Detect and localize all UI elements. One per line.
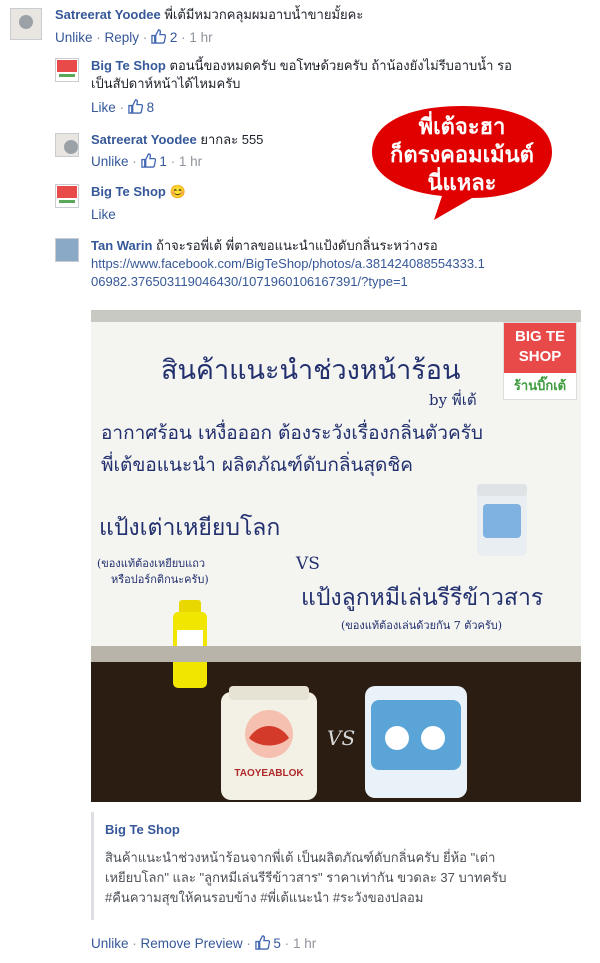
comment-actions: Unlike · Remove Preview · 5 · 1 hr bbox=[91, 935, 317, 951]
preview-text: #คืนความสุขให้คนรอบข้าง #พี่เต้แนะนำ #ระ… bbox=[105, 890, 424, 905]
avatar[interactable] bbox=[10, 8, 42, 40]
unlike-button[interactable]: Unlike bbox=[55, 30, 93, 45]
comment-actions: Like · 8 bbox=[91, 99, 155, 115]
like-count[interactable]: 5 bbox=[254, 935, 285, 951]
comment-link[interactable]: https://www.facebook.com/BigTeShop/photo… bbox=[91, 256, 485, 271]
avatar[interactable] bbox=[55, 238, 79, 262]
like-button[interactable]: Like bbox=[91, 207, 116, 222]
comment-link-cont[interactable]: 06982.376503119046430/1071960106167391/?… bbox=[91, 274, 408, 289]
whiteboard: สินค้าแนะนำช่วงหน้าร้อน by พี่เต้ อากาศร… bbox=[91, 310, 581, 688]
comment-author[interactable]: Satreerat Yoodee bbox=[91, 132, 197, 147]
preview-title[interactable]: Big Te Shop bbox=[105, 820, 575, 840]
link-preview[interactable]: Big Te Shop สินค้าแนะนำช่วงหน้าร้อนจากพี… bbox=[105, 820, 575, 908]
comment-text: ยากละ 555 bbox=[200, 132, 264, 147]
preview-text: เหยียบโลก" และ "ลูกหมีเล่นรีรีข้าวสาร" ร… bbox=[105, 870, 507, 885]
timestamp[interactable]: 1 hr bbox=[179, 154, 202, 169]
thumbs-up-icon bbox=[254, 935, 270, 950]
comment-author[interactable]: Satreerat Yoodee bbox=[55, 7, 161, 22]
unlike-button[interactable]: Unlike bbox=[91, 936, 129, 951]
bottle-taoyeablok bbox=[221, 686, 317, 800]
preview-photo[interactable]: สินค้าแนะนำช่วงหน้าร้อน by พี่เต้ อากาศร… bbox=[91, 310, 581, 802]
board-note: หรือปอร์กติกนะครับ) bbox=[111, 573, 209, 586]
powder-bottle-yellow bbox=[173, 600, 207, 688]
comment: Big Te Shop ตอนนี้ของหมดครับ ขอโทษด้วยคร… bbox=[91, 57, 591, 93]
timestamp[interactable]: 1 hr bbox=[189, 30, 212, 45]
shop-logo-icon bbox=[57, 186, 77, 203]
comment-text: ตอนนี้ของหมดครับ ขอโทษด้วยครับ ถ้าน้องยั… bbox=[169, 58, 512, 73]
comment-text-cont: เป็นสัปดาห์หน้าได้ไหมครับ bbox=[91, 76, 241, 91]
speech-bubble-text: พี่เต้จะฮา ก็ตรงคอมเม้นต์ นี่แหละ bbox=[390, 114, 534, 195]
board-vs: VS bbox=[296, 554, 320, 574]
shop-logo-icon bbox=[57, 60, 77, 77]
comment-actions: Unlike · Reply · 2 · 1 hr bbox=[55, 29, 213, 45]
board-heading: สินค้าแนะนำช่วงหน้าร้อน bbox=[161, 355, 461, 386]
comment: Tan Warin ถ้าจะรอพี่เต้ พี่ตาลขอแนะนำแป้… bbox=[91, 237, 591, 291]
comment: Satreerat Yoodee ยากละ 555 bbox=[91, 131, 361, 149]
like-button[interactable]: Like bbox=[91, 100, 116, 115]
shop-logo: BIG TE SHOP ร้านบิ๊กเต้ bbox=[503, 322, 577, 400]
smile-emoji: 😊 bbox=[169, 184, 186, 199]
thumbs-up-icon bbox=[140, 153, 156, 168]
bottle-label: TAOYEABLOK bbox=[234, 768, 304, 779]
powder-jar bbox=[477, 484, 527, 556]
comment: Satreerat Yoodee พี่เต้มีหมวกคลุมผมอาบน้… bbox=[55, 6, 590, 24]
bottle-bear bbox=[365, 686, 467, 798]
preview-text: สินค้าแนะนำช่วงหน้าร้อนจากพี่เต้ เป็นผลิ… bbox=[105, 850, 496, 865]
comment: Big Te Shop 😊 bbox=[91, 183, 351, 201]
avatar[interactable] bbox=[55, 184, 79, 208]
board-text: อากาศร้อน เหงื่อออก ต้องระวังเรื่องกลิ่น… bbox=[101, 422, 483, 444]
board-note: (ของแท้ต้องเล่นด้วยกัน 7 ตัวครับ) bbox=[341, 619, 503, 632]
comment-author[interactable]: Tan Warin bbox=[91, 238, 152, 253]
like-count[interactable]: 2 bbox=[151, 29, 181, 45]
comment-actions: Unlike · 1 · 1 hr bbox=[91, 153, 203, 169]
remove-preview-button[interactable]: Remove Preview bbox=[141, 936, 243, 951]
board-byline: by พี่เต้ bbox=[429, 391, 477, 409]
avatar[interactable] bbox=[55, 58, 79, 82]
comment-text: พี่เต้มีหมวกคลุมผมอาบน้ำขายมั้ยคะ bbox=[164, 7, 364, 22]
reply-button[interactable]: Reply bbox=[105, 30, 140, 45]
timestamp[interactable]: 1 hr bbox=[293, 936, 316, 951]
preview-divider bbox=[91, 812, 94, 920]
board-product1: แป้งเต่าเหยียบโลก bbox=[99, 515, 281, 541]
thumbs-up-icon bbox=[128, 99, 143, 114]
avatar[interactable] bbox=[55, 133, 79, 157]
comment-author[interactable]: Big Te Shop bbox=[91, 184, 166, 199]
comment-author[interactable]: Big Te Shop bbox=[91, 58, 166, 73]
board-product2: แป้งลูกหมีเล่นรีรีข้าวสาร bbox=[301, 585, 544, 611]
like-count[interactable]: 1 bbox=[140, 153, 171, 169]
thumbs-up-icon bbox=[151, 29, 167, 44]
photo-vs: VS bbox=[327, 726, 356, 750]
like-count[interactable]: 8 bbox=[128, 99, 154, 115]
board-text: พี่เต้ขอแนะนำ ผลิตภัณฑ์ดับกลิ่นสุดชิค bbox=[101, 454, 414, 476]
comment-actions: Like bbox=[91, 206, 116, 224]
comment-text: ถ้าจะรอพี่เต้ พี่ตาลขอแนะนำแป้งดับกลิ่นร… bbox=[156, 238, 438, 253]
unlike-button[interactable]: Unlike bbox=[91, 154, 129, 169]
